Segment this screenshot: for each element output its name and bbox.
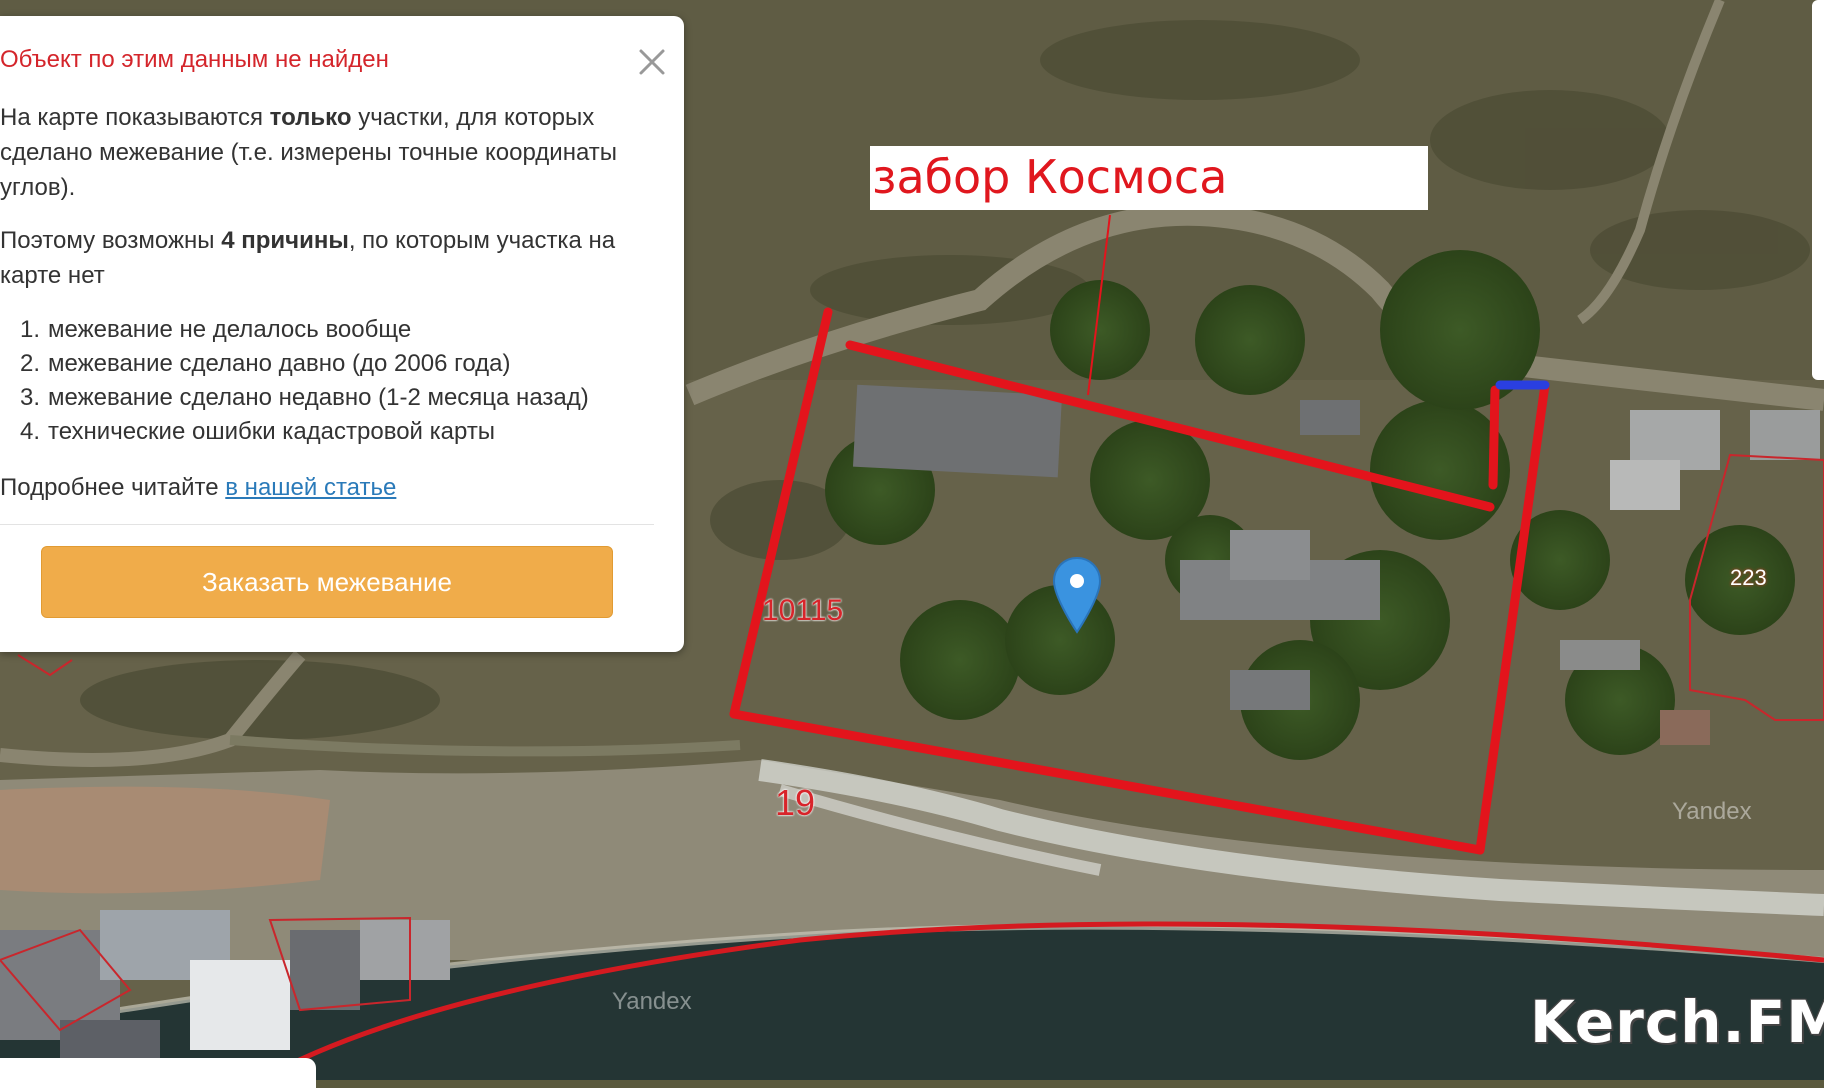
yandex-watermark: Yandex	[1672, 798, 1752, 825]
read-more: Подробнее читайте в нашей статье	[0, 470, 396, 505]
yandex-watermark: Yandex	[612, 988, 692, 1015]
popup-paragraph: Поэтому возможны 4 причины, по которым у…	[0, 223, 650, 293]
article-link[interactable]: в нашей статье	[225, 474, 396, 501]
popup-title: Объект по этим данным не найден	[0, 46, 389, 73]
map-side-panel-edge	[1812, 0, 1824, 380]
list-item: 4. технические ошибки кадастровой карты	[20, 414, 589, 448]
list-text: межевание не делалось вообще	[48, 316, 412, 343]
list-item: 1. межевание не делалось вообще	[20, 312, 589, 346]
list-number: 4.	[20, 418, 41, 445]
list-number: 1.	[20, 316, 41, 343]
site-watermark: Kerch.FM	[1530, 988, 1824, 1056]
location-pin-icon[interactable]	[1052, 556, 1102, 634]
text-fragment: На карте показываются	[0, 104, 270, 131]
list-number: 2.	[20, 350, 41, 377]
not-found-popup: Объект по этим данным не найден На карте…	[0, 16, 684, 652]
text-bold: 4 причины	[221, 227, 349, 254]
list-number: 3.	[20, 384, 41, 411]
parcel-label: 223	[1730, 565, 1767, 590]
bottom-info-card	[0, 1058, 316, 1088]
text-bold: только	[269, 104, 352, 131]
reasons-list: 1. межевание не делалось вообще 2. межеван…	[0, 312, 589, 448]
parcel-label: 19	[775, 782, 816, 823]
close-icon[interactable]	[636, 46, 668, 78]
list-text: межевание сделано давно (до 2006 года)	[48, 350, 511, 377]
order-survey-button[interactable]: Заказать межевание	[41, 546, 613, 618]
divider	[0, 524, 654, 525]
list-item: 2. межевание сделано давно (до 2006 года)	[20, 346, 589, 380]
annotation-label-box: забор Космоса	[870, 146, 1428, 210]
parcel-label: 10115	[762, 594, 844, 627]
read-more-text: Подробнее читайте	[0, 474, 226, 501]
list-text: технические ошибки кадастровой карты	[48, 418, 496, 445]
list-item: 3. межевание сделано недавно (1-2 месяца …	[20, 380, 589, 414]
text-fragment: Поэтому возможны	[0, 227, 222, 254]
popup-paragraph: На карте показываются только участки, дл…	[0, 100, 650, 205]
list-text: межевание сделано недавно (1-2 месяца на…	[48, 384, 589, 411]
annotation-label: забор Космоса	[872, 150, 1228, 204]
